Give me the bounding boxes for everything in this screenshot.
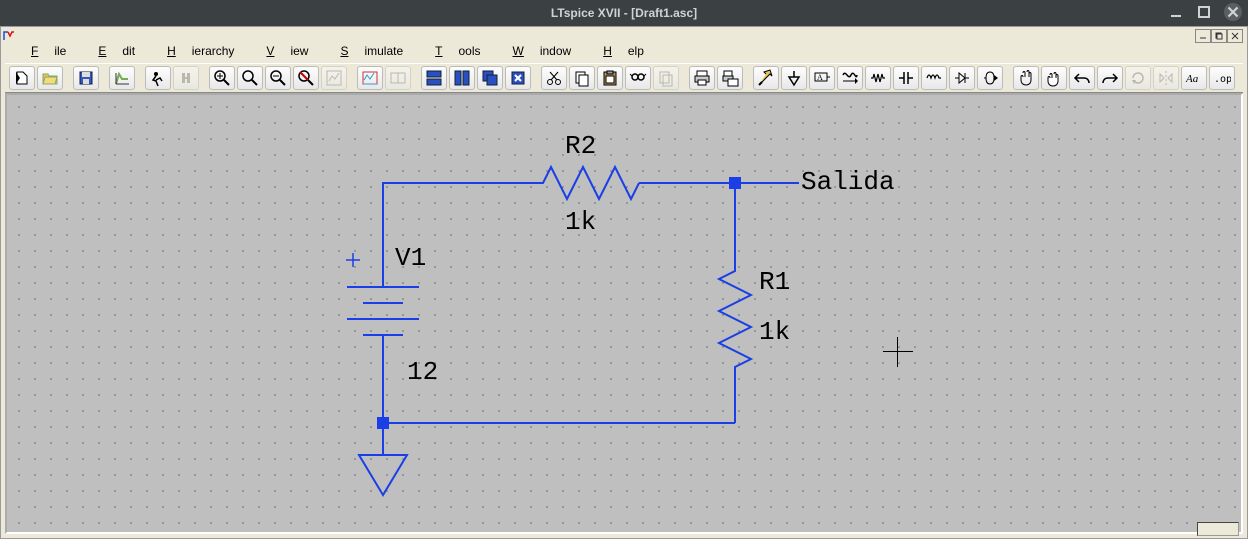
toolbar-zoom-fit[interactable] xyxy=(293,66,319,90)
r1-name-label[interactable]: R1 xyxy=(759,267,790,297)
component-v1[interactable] xyxy=(346,253,419,415)
r2-value-label[interactable]: 1k xyxy=(565,207,596,237)
toolbar-autorange[interactable] xyxy=(321,66,347,90)
toolbar-label[interactable]: A xyxy=(809,66,835,90)
schematic-svg xyxy=(7,95,1241,532)
svg-text:.op: .op xyxy=(1214,74,1231,85)
toolbar-close-windows[interactable] xyxy=(505,66,531,90)
toolbar-capacitor[interactable] xyxy=(893,66,919,90)
toolbar-zoom-in[interactable] xyxy=(209,66,235,90)
toolbar-duplicate[interactable] xyxy=(653,66,679,90)
component-r2[interactable] xyxy=(527,167,639,199)
window-maximize-button[interactable] xyxy=(1196,4,1212,20)
toolbar-spice-directive[interactable]: .op xyxy=(1209,66,1235,90)
schematic-canvas[interactable]: R2 1k R1 1k V1 12 Salida xyxy=(7,95,1241,532)
menu-view[interactable]: View xyxy=(250,42,324,60)
menu-window[interactable]: Window xyxy=(497,42,588,60)
ground-symbol[interactable] xyxy=(359,455,407,495)
v1-name-label[interactable]: V1 xyxy=(395,243,426,273)
r2-name-label[interactable]: R2 xyxy=(565,131,596,161)
window-minimize-button[interactable] xyxy=(1168,4,1184,20)
toolbar-run[interactable] xyxy=(145,66,171,90)
menubar: File Edit Hierarchy View Simulate Tools … xyxy=(15,41,1243,61)
schematic-canvas-frame: R2 1k R1 1k V1 12 Salida xyxy=(5,93,1243,534)
v1-value-label[interactable]: 12 xyxy=(407,357,438,387)
toolbar-zoom-pan[interactable] xyxy=(237,66,263,90)
component-r1[interactable] xyxy=(719,263,751,375)
application-frame: File Edit Hierarchy View Simulate Tools … xyxy=(0,26,1248,539)
toolbar-component[interactable] xyxy=(977,66,1003,90)
toolbar-undo[interactable] xyxy=(1069,66,1095,90)
toolbar-cut[interactable] xyxy=(541,66,567,90)
toolbar-find[interactable] xyxy=(625,66,651,90)
app-icon xyxy=(3,29,15,41)
menu-edit[interactable]: Edit xyxy=(82,42,151,60)
toolbar-paste[interactable] xyxy=(597,66,623,90)
toolbar-copy[interactable] xyxy=(569,66,595,90)
toolbar-wire[interactable] xyxy=(753,66,779,90)
window-titlebar: LTspice XVII - [Draft1.asc] xyxy=(0,0,1248,26)
toolbar-waveform[interactable] xyxy=(357,66,383,90)
toolbar-diode[interactable] xyxy=(949,66,975,90)
toolbar-drag[interactable] xyxy=(1041,66,1067,90)
net-label-salida[interactable]: Salida xyxy=(801,167,895,197)
window-close-button[interactable] xyxy=(1224,3,1242,21)
toolbar-tile-vertical[interactable] xyxy=(449,66,475,90)
menu-tools[interactable]: Tools xyxy=(419,42,496,60)
toolbar-cascade[interactable] xyxy=(477,66,503,90)
cursor-crosshair-icon xyxy=(883,337,913,367)
toolbar-tile-horizontal[interactable] xyxy=(421,66,447,90)
toolbar-redo[interactable] xyxy=(1097,66,1123,90)
toolbar-rotate[interactable] xyxy=(1125,66,1151,90)
menu-hierarchy[interactable]: Hierarchy xyxy=(151,42,250,60)
toolbar-print[interactable] xyxy=(689,66,715,90)
statusbar-resize-grip[interactable] xyxy=(1197,522,1239,536)
toolbar-halt[interactable] xyxy=(173,66,199,90)
r1-value-label[interactable]: 1k xyxy=(759,317,790,347)
toolbar-setup[interactable] xyxy=(717,66,743,90)
toolbar-zoom-out[interactable] xyxy=(265,66,291,90)
menu-help[interactable]: Help xyxy=(587,42,660,60)
menu-simulate[interactable]: Simulate xyxy=(324,42,419,60)
toolbar-mirror[interactable] xyxy=(1153,66,1179,90)
toolbar-ground[interactable] xyxy=(781,66,807,90)
toolbar-open[interactable] xyxy=(37,66,63,90)
toolbar-control-panel[interactable] xyxy=(109,66,135,90)
toolbar-save[interactable] xyxy=(73,66,99,90)
toolbar-cycle[interactable] xyxy=(385,66,411,90)
toolbar-netlist[interactable] xyxy=(837,66,863,90)
menu-file[interactable]: File xyxy=(15,42,82,60)
svg-text:Aa: Aa xyxy=(1185,73,1199,85)
toolbar-inductor[interactable] xyxy=(921,66,947,90)
toolbar-text[interactable]: Aa xyxy=(1181,66,1207,90)
toolbar-resistor[interactable] xyxy=(865,66,891,90)
toolbar-new-schematic[interactable] xyxy=(9,66,35,90)
toolbar: A Aa .op xyxy=(5,63,1243,93)
svg-text:A: A xyxy=(817,73,823,82)
window-title: LTspice XVII - [Draft1.asc] xyxy=(551,6,697,20)
toolbar-move[interactable] xyxy=(1013,66,1039,90)
